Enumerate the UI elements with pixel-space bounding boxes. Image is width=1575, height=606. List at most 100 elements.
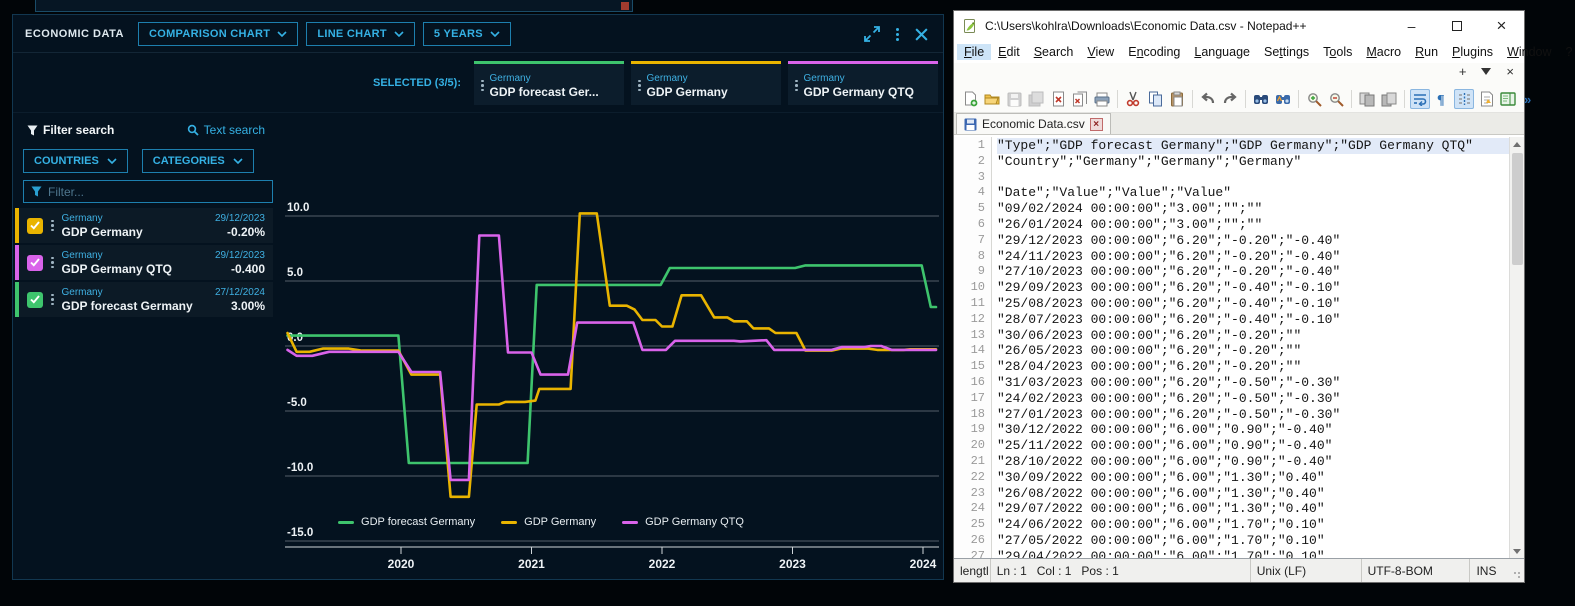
card-kebab-icon[interactable] bbox=[638, 80, 641, 92]
csv-line: "28/04/2023 00:00:00";"6.20";"-0.20";"" bbox=[997, 359, 1509, 375]
line-number: 20 bbox=[954, 438, 985, 454]
selected-card-2[interactable]: GermanyGDP Germany bbox=[631, 61, 781, 105]
categories-dropdown[interactable]: CATEGORIES bbox=[142, 149, 254, 173]
comparison-chart-dropdown[interactable]: COMPARISON CHART bbox=[138, 22, 298, 46]
tab-filter-search[interactable]: Filter search bbox=[27, 123, 114, 137]
show-symbols-icon[interactable]: ¶ bbox=[1432, 89, 1452, 109]
series-name-label: GDP Germany bbox=[62, 225, 207, 240]
menu-view[interactable]: View bbox=[1080, 44, 1121, 60]
legend-item-1[interactable]: GDP forecast Germany bbox=[338, 516, 475, 528]
series-list-item-1[interactable]: GermanyGDP Germany29/12/2023-0.20% bbox=[15, 208, 273, 243]
minimize-icon[interactable]: – bbox=[1389, 11, 1434, 41]
tab-economic-data-csv[interactable]: Economic Data.csv × bbox=[956, 113, 1111, 134]
menu-run[interactable]: Run bbox=[1408, 44, 1445, 60]
zoom-out-icon[interactable] bbox=[1326, 89, 1346, 109]
chevron-down-icon bbox=[394, 31, 404, 37]
tab-close-icon[interactable]: × bbox=[1090, 118, 1103, 131]
legend-item-2[interactable]: GDP Germany bbox=[501, 516, 596, 528]
zoom-in-icon[interactable] bbox=[1304, 89, 1324, 109]
toolbar-separator bbox=[1298, 90, 1299, 108]
open-icon[interactable] bbox=[982, 89, 1002, 109]
menu-language[interactable]: Language bbox=[1187, 44, 1257, 60]
undo-icon[interactable] bbox=[1198, 89, 1218, 109]
saved-file-icon bbox=[964, 118, 977, 131]
tab-filter-search-label: Filter search bbox=[43, 123, 114, 137]
close-window-icon[interactable]: × bbox=[1479, 11, 1524, 41]
maximize-icon[interactable] bbox=[1434, 11, 1479, 41]
vertical-scrollbar[interactable] bbox=[1509, 137, 1524, 558]
close-panel-icon[interactable] bbox=[914, 27, 929, 42]
countries-dropdown[interactable]: COUNTRIES bbox=[23, 149, 128, 173]
print-icon[interactable] bbox=[1092, 89, 1112, 109]
replace-icon[interactable] bbox=[1273, 89, 1293, 109]
y-axis-tick-label: 10.0 bbox=[287, 202, 309, 214]
tab-text-search-label: Text search bbox=[204, 123, 265, 137]
tab-add-icon[interactable]: + bbox=[1459, 65, 1467, 78]
card-kebab-icon[interactable] bbox=[481, 80, 484, 92]
copy-icon[interactable] bbox=[1145, 89, 1165, 109]
paste-icon[interactable] bbox=[1167, 89, 1187, 109]
x-axis-tick-label: 2023 bbox=[779, 557, 806, 571]
series-list-item-3[interactable]: GermanyGDP forecast Germany27/12/20243.0… bbox=[15, 282, 273, 317]
toolbar-separator bbox=[1192, 90, 1193, 108]
tab-list-dropdown-icon[interactable] bbox=[1481, 68, 1491, 75]
redo-icon[interactable] bbox=[1220, 89, 1240, 109]
funnel-icon bbox=[27, 125, 38, 136]
new-file-icon[interactable] bbox=[960, 89, 980, 109]
card-country-label: Germany bbox=[804, 72, 914, 85]
close-all-icon[interactable] bbox=[1070, 89, 1090, 109]
word-wrap-icon[interactable] bbox=[1410, 89, 1430, 109]
scroll-up-icon[interactable] bbox=[1510, 137, 1524, 151]
series-kebab-icon[interactable] bbox=[51, 257, 54, 269]
series-kebab-icon[interactable] bbox=[51, 220, 54, 232]
close-icon[interactable] bbox=[1048, 89, 1068, 109]
expand-icon[interactable] bbox=[863, 25, 881, 43]
menu-help[interactable]: ? bbox=[1559, 44, 1575, 60]
chevron-down-icon bbox=[107, 158, 117, 164]
tab-text-search[interactable]: Text search bbox=[187, 123, 265, 137]
find-icon[interactable] bbox=[1251, 89, 1271, 109]
menu-window[interactable]: Window bbox=[1500, 44, 1558, 60]
function-list-icon[interactable] bbox=[1476, 89, 1496, 109]
series-checkbox[interactable] bbox=[27, 292, 43, 308]
csv-line: "24/02/2023 00:00:00";"6.20";"-0.50";"-0… bbox=[997, 391, 1509, 407]
series-checkbox[interactable] bbox=[27, 218, 43, 234]
line-number: 16 bbox=[954, 375, 985, 391]
panel-menu-kebab-icon[interactable] bbox=[896, 28, 899, 41]
resize-grip[interactable] bbox=[1510, 559, 1524, 582]
toolbar-overflow-icon[interactable]: » bbox=[1524, 92, 1531, 107]
notepad-editor[interactable]: 1234567891011121314151617181920212223242… bbox=[954, 137, 1524, 558]
cut-icon[interactable] bbox=[1123, 89, 1143, 109]
line-chart-dropdown[interactable]: LINE CHART bbox=[306, 22, 415, 46]
tab-close-small-icon[interactable]: × bbox=[1506, 65, 1514, 78]
doc-map-icon[interactable] bbox=[1498, 89, 1518, 109]
scroll-down-icon[interactable] bbox=[1510, 544, 1524, 558]
card-kebab-icon[interactable] bbox=[795, 80, 798, 92]
time-range-dropdown[interactable]: 5 YEARS bbox=[423, 22, 511, 46]
indent-guide-icon[interactable] bbox=[1454, 89, 1474, 109]
save-icon[interactable] bbox=[1004, 89, 1024, 109]
sync-v-icon[interactable] bbox=[1357, 89, 1377, 109]
menu-encoding[interactable]: Encoding bbox=[1121, 44, 1187, 60]
legend-item-3[interactable]: GDP Germany QTQ bbox=[622, 516, 744, 528]
menu-file[interactable]: File bbox=[957, 44, 991, 60]
filter-input[interactable] bbox=[48, 185, 265, 199]
save-all-icon[interactable] bbox=[1026, 89, 1046, 109]
menu-tools[interactable]: Tools bbox=[1316, 44, 1359, 60]
menu-search[interactable]: Search bbox=[1027, 44, 1081, 60]
menu-settings[interactable]: Settings bbox=[1257, 44, 1316, 60]
selected-card-1[interactable]: GermanyGDP forecast Ger... bbox=[474, 61, 624, 105]
y-axis-tick-label: -5.0 bbox=[287, 397, 307, 409]
menu-macro[interactable]: Macro bbox=[1359, 44, 1408, 60]
line-number: 11 bbox=[954, 296, 985, 312]
series-checkbox[interactable] bbox=[27, 255, 43, 271]
series-kebab-icon[interactable] bbox=[51, 294, 54, 306]
line-number: 8 bbox=[954, 249, 985, 265]
menu-plugins[interactable]: Plugins bbox=[1445, 44, 1500, 60]
sync-h-icon[interactable] bbox=[1379, 89, 1399, 109]
series-list-item-2[interactable]: GermanyGDP Germany QTQ29/12/2023-0.400 bbox=[15, 245, 273, 280]
scroll-thumb[interactable] bbox=[1512, 153, 1523, 265]
selected-card-3[interactable]: GermanyGDP Germany QTQ bbox=[788, 61, 938, 105]
cropped-red-badge bbox=[621, 2, 629, 10]
menu-edit[interactable]: Edit bbox=[991, 44, 1027, 60]
